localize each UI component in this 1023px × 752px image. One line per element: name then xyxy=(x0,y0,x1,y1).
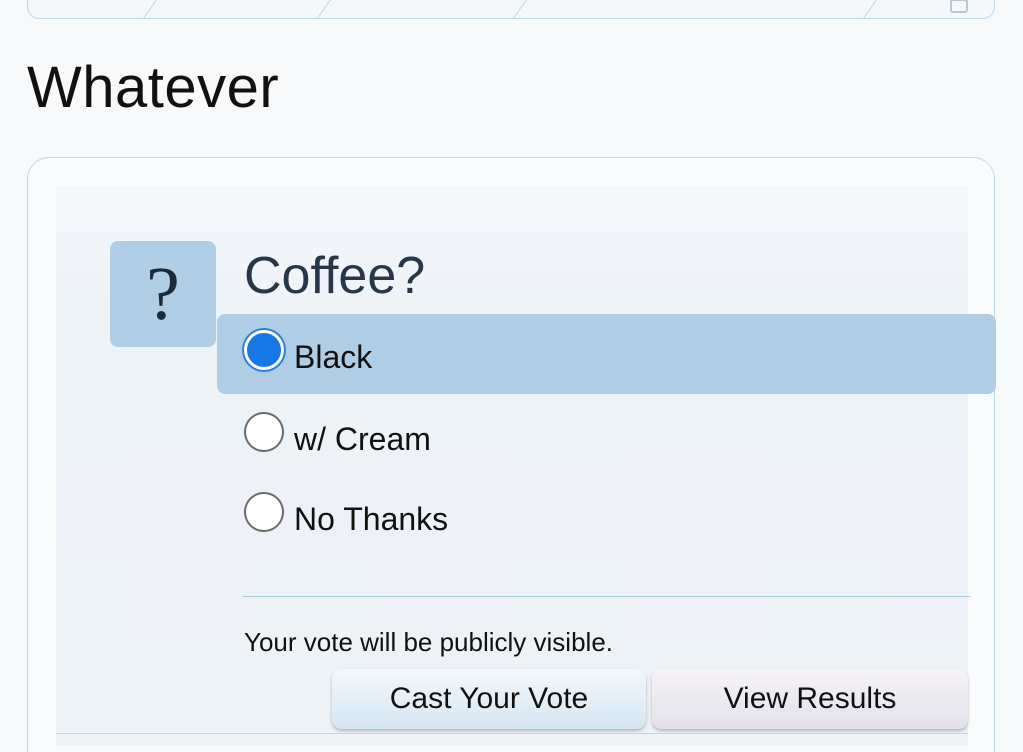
poll-option-w-cream[interactable]: w/ Cream xyxy=(217,396,996,476)
breadcrumb-separator xyxy=(861,0,897,18)
question-mark-icon: ? xyxy=(110,241,216,347)
poll-option-label: No Thanks xyxy=(294,501,449,537)
radio-button[interactable] xyxy=(244,412,284,452)
divider xyxy=(56,733,968,734)
poll-card: ? Coffee? Black w/ Cream No Thanks Your … xyxy=(27,157,996,752)
poll-body: ? Coffee? Black w/ Cream No Thanks Your … xyxy=(56,186,996,746)
breadcrumb xyxy=(27,0,995,19)
breadcrumb-menu-icon[interactable] xyxy=(950,0,968,13)
breadcrumb-separator xyxy=(511,0,547,18)
vote-visibility-notice: Your vote will be publicly visible. xyxy=(244,627,614,657)
poll-option-no-thanks[interactable]: No Thanks xyxy=(217,476,996,556)
poll-option-label: Black xyxy=(294,339,373,375)
breadcrumb-separator xyxy=(315,0,351,18)
poll-option-label: w/ Cream xyxy=(294,421,431,457)
divider xyxy=(243,596,970,597)
view-results-button[interactable]: View Results xyxy=(652,669,968,729)
page-title: Whatever xyxy=(27,55,280,120)
breadcrumb-separator xyxy=(141,0,177,18)
poll-option-black[interactable]: Black xyxy=(217,314,996,394)
radio-button[interactable] xyxy=(244,492,284,532)
radio-button-selected[interactable] xyxy=(244,330,284,370)
poll-question: Coffee? xyxy=(244,247,426,305)
question-mark-glyph: ? xyxy=(146,251,180,336)
cast-vote-button[interactable]: Cast Your Vote xyxy=(332,669,646,729)
page: Whatever ? Coffee? Black w/ Cream No Tha… xyxy=(0,0,1023,752)
